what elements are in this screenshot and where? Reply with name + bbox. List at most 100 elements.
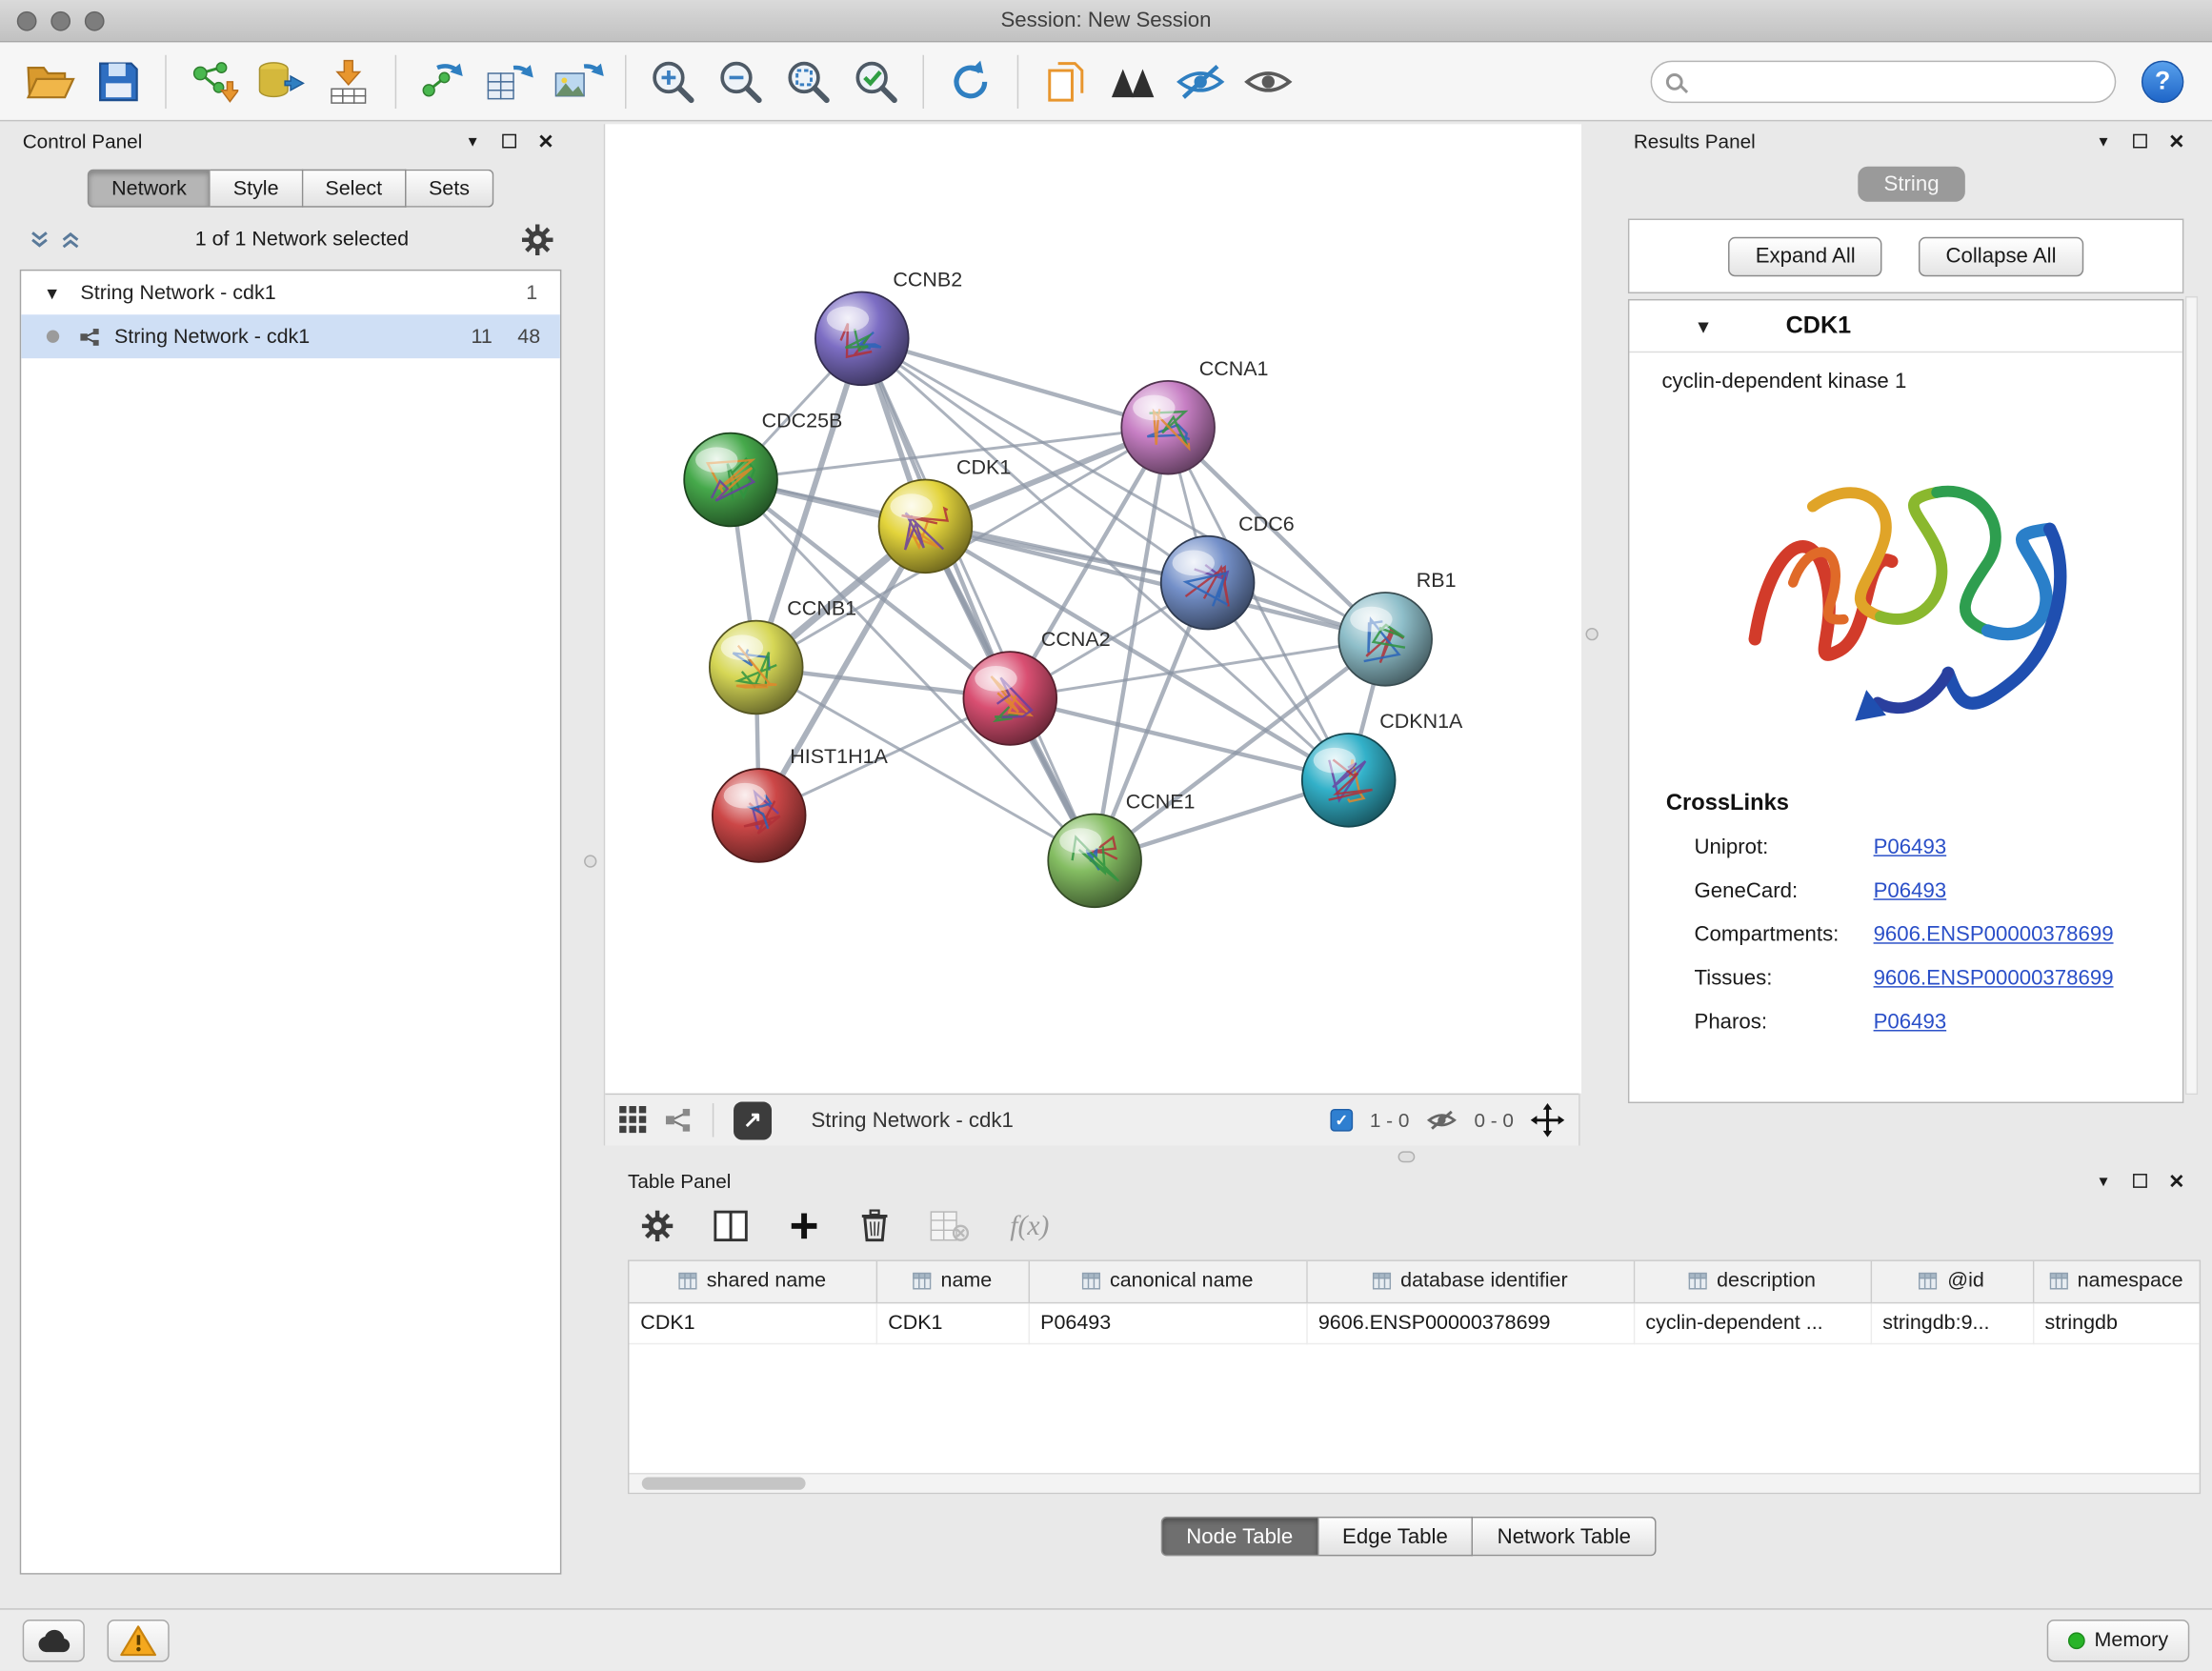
network-edge[interactable] bbox=[925, 526, 1385, 638]
column-header-canonical-name[interactable]: canonical name bbox=[1029, 1261, 1307, 1302]
network-canvas[interactable]: CCNB2CCNA1CDC25BCDK1CDC6RB1CCNB1CCNA2CDK… bbox=[605, 124, 1581, 1093]
network-node[interactable]: CCNB1 bbox=[710, 597, 856, 715]
close-panel-icon[interactable]: ✕ bbox=[2164, 129, 2190, 154]
close-window-button[interactable] bbox=[17, 11, 37, 31]
duplicate-network-button[interactable] bbox=[1034, 49, 1096, 113]
network-edge[interactable] bbox=[862, 338, 1168, 427]
save-session-button[interactable] bbox=[88, 49, 150, 113]
cell-description[interactable]: cyclin-dependent ... bbox=[1634, 1302, 1871, 1343]
expand-all-button[interactable]: Expand All bbox=[1729, 236, 1882, 275]
grid-view-icon[interactable] bbox=[619, 1106, 648, 1135]
results-scrollbar[interactable] bbox=[2185, 296, 2198, 1095]
left-splitter-handle[interactable] bbox=[584, 855, 596, 867]
panel-menu-icon[interactable]: ▾ bbox=[460, 129, 486, 154]
collapse-all-icon[interactable] bbox=[29, 229, 51, 252]
tab-network-table[interactable]: Network Table bbox=[1473, 1517, 1656, 1556]
close-panel-icon[interactable]: ✕ bbox=[533, 129, 559, 154]
pan-tool-icon[interactable] bbox=[1531, 1103, 1565, 1137]
control-panel-header: Control Panel ▾ ✕ bbox=[11, 124, 570, 158]
import-network-database-button[interactable] bbox=[250, 49, 312, 113]
zoom-in-button[interactable] bbox=[642, 49, 704, 113]
maximize-window-button[interactable] bbox=[85, 11, 105, 31]
column-header-database-identifier[interactable]: database identifier bbox=[1306, 1261, 1634, 1302]
export-network-button[interactable] bbox=[412, 49, 473, 113]
network-node[interactable]: CDKN1A bbox=[1302, 710, 1463, 827]
network-node[interactable]: CCNB2 bbox=[815, 269, 962, 386]
delete-column-icon[interactable] bbox=[860, 1209, 889, 1243]
panel-menu-icon[interactable]: ▾ bbox=[2091, 129, 2117, 154]
cloud-status-button[interactable] bbox=[23, 1619, 85, 1661]
expand-all-icon[interactable] bbox=[59, 229, 82, 252]
add-column-icon[interactable] bbox=[789, 1211, 820, 1242]
selected-checkbox[interactable]: ✓ bbox=[1330, 1109, 1353, 1132]
open-session-button[interactable] bbox=[20, 49, 82, 113]
tab-edge-table[interactable]: Edge Table bbox=[1318, 1517, 1474, 1556]
tab-style[interactable]: Style bbox=[211, 170, 303, 208]
crosslink-value-link[interactable]: P06493 bbox=[1874, 1010, 1947, 1034]
cell-id[interactable]: stringdb:9... bbox=[1871, 1302, 2033, 1343]
zoom-selected-button[interactable] bbox=[845, 49, 907, 113]
network-options-gear-icon[interactable] bbox=[522, 224, 553, 255]
float-panel-icon[interactable] bbox=[2127, 1168, 2153, 1194]
network-node[interactable]: CCNA1 bbox=[1121, 357, 1268, 474]
table-options-gear-icon[interactable] bbox=[642, 1211, 674, 1242]
cell-canonical-name[interactable]: P06493 bbox=[1029, 1302, 1307, 1343]
collapse-all-button[interactable]: Collapse All bbox=[1919, 236, 2082, 275]
table-row[interactable]: CDK1 CDK1 P06493 9606.ENSP00000378699 cy… bbox=[629, 1302, 2199, 1343]
network-node[interactable]: CDK1 bbox=[879, 456, 1012, 574]
tree-expand-icon[interactable]: ▼ bbox=[44, 283, 67, 303]
network-view-icon[interactable] bbox=[664, 1107, 693, 1133]
show-columns-icon[interactable] bbox=[714, 1211, 748, 1242]
entry-header[interactable]: ▼ CDK1 bbox=[1629, 300, 2182, 352]
network-tree-item[interactable]: String Network - cdk1 11 48 bbox=[21, 314, 560, 358]
scrollbar-thumb[interactable] bbox=[642, 1477, 806, 1489]
memory-label: Memory bbox=[2095, 1629, 2169, 1652]
column-header-name[interactable]: name bbox=[876, 1261, 1029, 1302]
network-node[interactable]: RB1 bbox=[1338, 569, 1456, 686]
import-table-button[interactable] bbox=[317, 49, 379, 113]
crosslink-value-link[interactable]: P06493 bbox=[1874, 879, 1947, 903]
first-neighbors-button[interactable] bbox=[1102, 49, 1164, 113]
horizontal-scrollbar[interactable] bbox=[629, 1473, 2199, 1493]
open-in-browser-button[interactable]: ↗ bbox=[734, 1101, 772, 1139]
search-input[interactable] bbox=[1692, 63, 2115, 100]
right-splitter-handle[interactable] bbox=[1585, 628, 1598, 640]
float-panel-icon[interactable] bbox=[496, 129, 522, 154]
hide-selected-button[interactable] bbox=[1170, 49, 1232, 113]
crosslink-value-link[interactable]: P06493 bbox=[1874, 836, 1947, 859]
warnings-button[interactable] bbox=[108, 1619, 170, 1661]
float-panel-icon[interactable] bbox=[2127, 129, 2153, 154]
export-image-button[interactable] bbox=[548, 49, 610, 113]
tab-node-table[interactable]: Node Table bbox=[1161, 1517, 1318, 1556]
cell-database-identifier[interactable]: 9606.ENSP00000378699 bbox=[1306, 1302, 1634, 1343]
column-header-shared-name[interactable]: shared name bbox=[629, 1261, 875, 1302]
close-panel-icon[interactable]: ✕ bbox=[2164, 1168, 2190, 1194]
crosslink-value-link[interactable]: 9606.ENSP00000378699 bbox=[1874, 922, 2114, 946]
import-network-file-button[interactable] bbox=[182, 49, 244, 113]
tab-network[interactable]: Network bbox=[88, 170, 211, 208]
tab-select[interactable]: Select bbox=[303, 170, 407, 208]
minimize-window-button[interactable] bbox=[50, 11, 70, 31]
cell-namespace[interactable]: stringdb bbox=[2033, 1302, 2200, 1343]
show-all-button[interactable] bbox=[1237, 49, 1299, 113]
tab-string[interactable]: String bbox=[1859, 167, 1964, 202]
zoom-out-button[interactable] bbox=[710, 49, 772, 113]
memory-button[interactable]: Memory bbox=[2046, 1619, 2189, 1661]
cell-shared-name[interactable]: CDK1 bbox=[629, 1302, 875, 1343]
export-table-button[interactable] bbox=[479, 49, 541, 113]
column-header-id[interactable]: @id bbox=[1871, 1261, 2033, 1302]
network-collection-row[interactable]: ▼ String Network - cdk1 1 bbox=[21, 271, 560, 314]
tab-sets[interactable]: Sets bbox=[406, 170, 493, 208]
panel-menu-icon[interactable]: ▾ bbox=[2091, 1168, 2117, 1194]
crosslink-value-link[interactable]: 9606.ENSP00000378699 bbox=[1874, 966, 2114, 990]
column-header-description[interactable]: description bbox=[1634, 1261, 1871, 1302]
bottom-splitter-handle[interactable] bbox=[1398, 1151, 1416, 1162]
entry-collapse-icon[interactable]: ▼ bbox=[1695, 315, 1713, 336]
help-button[interactable]: ? bbox=[2142, 60, 2183, 102]
cell-name[interactable]: CDK1 bbox=[876, 1302, 1029, 1343]
column-header-namespace[interactable]: namespace bbox=[2033, 1261, 2200, 1302]
network-node[interactable]: HIST1H1A bbox=[713, 745, 889, 862]
network-edge[interactable] bbox=[862, 338, 1095, 860]
apply-layout-button[interactable] bbox=[939, 49, 1001, 113]
zoom-fit-button[interactable] bbox=[777, 49, 839, 113]
